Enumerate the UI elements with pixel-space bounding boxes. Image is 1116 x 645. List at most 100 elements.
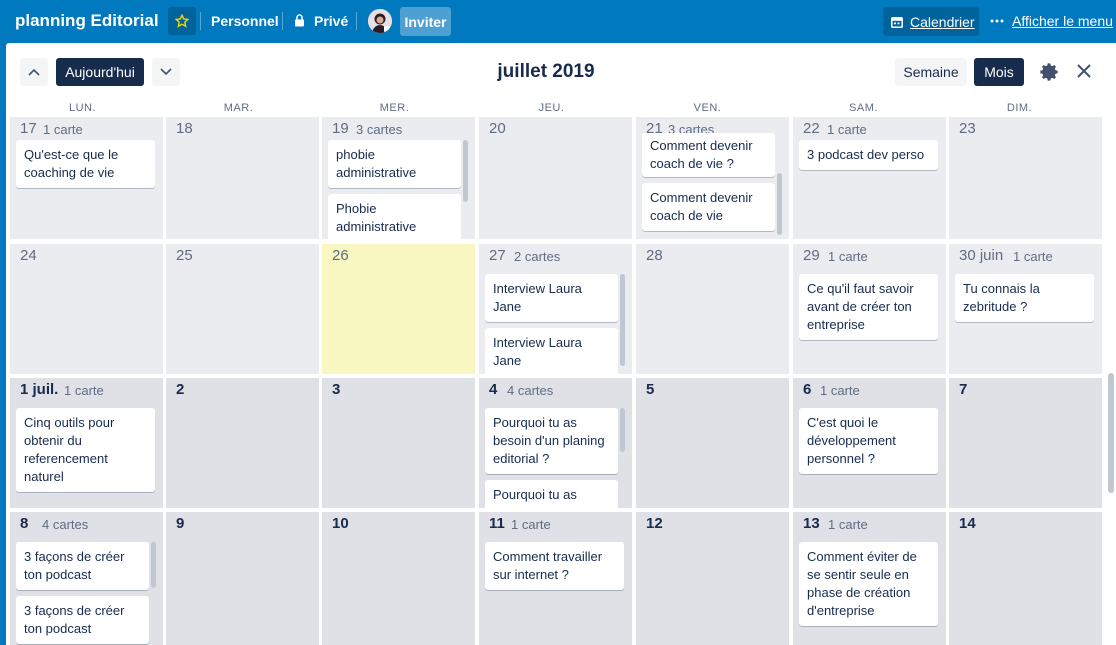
gear-icon[interactable] bbox=[1039, 62, 1059, 82]
calendar-card[interactable]: Ce qu'il faut savoir avant de créer ton … bbox=[799, 274, 938, 340]
day-number: 20 bbox=[489, 120, 506, 137]
calendar-card[interactable]: Qu'est-ce que le coaching de vie bbox=[16, 140, 155, 188]
invite-button[interactable]: Inviter bbox=[400, 7, 451, 36]
calendar-day-cell-today[interactable]: 26 bbox=[322, 244, 475, 374]
calendar-day-cell[interactable]: 2 bbox=[166, 378, 319, 508]
board-title[interactable]: planning Editorial bbox=[15, 11, 159, 31]
close-icon[interactable] bbox=[1077, 64, 1091, 78]
card-count: 1 carte bbox=[511, 517, 551, 532]
weekday-header: LUN. bbox=[68, 102, 97, 114]
day-number: 9 bbox=[176, 515, 185, 532]
card-count: 4 cartes bbox=[42, 517, 89, 532]
visibility-button[interactable]: Privé bbox=[314, 13, 348, 29]
calendar-day-cell[interactable]: 4 4 cartes Pourquoi tu as besoin d'un pl… bbox=[479, 378, 632, 508]
calendar-card[interactable]: Comment devenir coach de vie ? bbox=[642, 133, 775, 177]
calendar-card[interactable]: 3 podcast dev perso bbox=[799, 140, 938, 170]
card-count: 2 cartes bbox=[514, 249, 561, 264]
calendar-day-cell[interactable]: 29 1 carte Ce qu'il faut savoir avant de… bbox=[793, 244, 946, 374]
star-button[interactable] bbox=[168, 7, 196, 35]
calendar-card[interactable]: 3 façons de créer ton podcast bbox=[16, 596, 149, 644]
calendar-card[interactable]: Phobie administrative bbox=[328, 194, 461, 239]
day-number: 28 bbox=[646, 247, 663, 264]
calendar-day-cell[interactable]: 3 bbox=[322, 378, 475, 508]
show-menu-label: Afficher le menu bbox=[1012, 13, 1113, 29]
calendar-day-cell[interactable]: 20 bbox=[479, 117, 632, 239]
calendar-scrollbar[interactable] bbox=[1108, 373, 1114, 493]
calendar-icon bbox=[891, 16, 903, 28]
month-view-button[interactable]: Mois bbox=[974, 58, 1024, 86]
calendar-card[interactable]: Comment travailler sur internet ? bbox=[485, 542, 624, 590]
cell-scrollbar[interactable] bbox=[463, 140, 468, 202]
cell-scrollbar[interactable] bbox=[620, 274, 625, 366]
separator bbox=[282, 12, 283, 30]
calendar-day-cell[interactable]: 5 bbox=[636, 378, 789, 508]
day-number: 1 juil. bbox=[20, 381, 59, 398]
calendar-day-cell[interactable]: 6 1 carte C'est quoi le développement pe… bbox=[793, 378, 946, 508]
calendar-day-cell[interactable]: 8 4 cartes 3 façons de créer ton podcast… bbox=[10, 512, 163, 645]
calendar-day-cell[interactable]: 9 bbox=[166, 512, 319, 645]
calendar-day-cell[interactable]: 18 bbox=[166, 117, 319, 239]
calendar-day-cell[interactable]: 27 2 cartes Interview Laura Jane Intervi… bbox=[479, 244, 632, 374]
calendar-card[interactable]: Comment devenir coach de vie bbox=[642, 183, 775, 231]
cell-scrollbar[interactable] bbox=[620, 408, 625, 452]
weekday-header: VEN. bbox=[693, 102, 722, 114]
team-button[interactable]: Personnel bbox=[211, 13, 279, 29]
calendar-card[interactable]: Cinq outils pour obtenir du referencemen… bbox=[16, 408, 155, 492]
card-count: 1 carte bbox=[828, 517, 868, 532]
calendar-day-cell[interactable]: 13 1 carte Comment éviter de se sentir s… bbox=[793, 512, 946, 645]
weekday-header: MAR. bbox=[223, 102, 254, 114]
card-count: 1 carte bbox=[828, 249, 868, 264]
separator bbox=[356, 12, 357, 30]
day-number: 29 bbox=[803, 247, 820, 264]
calendar-day-cell[interactable]: 12 bbox=[636, 512, 789, 645]
avatar[interactable] bbox=[368, 9, 392, 33]
weekday-header: MER. bbox=[379, 102, 410, 114]
weekday-header: JEU. bbox=[538, 102, 565, 114]
day-number: 26 bbox=[332, 247, 349, 264]
calendar-day-cell[interactable]: 19 3 cartes phobie administrative Phobie… bbox=[322, 117, 475, 239]
calendar-day-cell[interactable]: 24 bbox=[10, 244, 163, 374]
calendar-panel: Aujourd'hui juillet 2019 Semaine Mois LU… bbox=[6, 43, 1116, 645]
calendar-day-cell[interactable]: 25 bbox=[166, 244, 319, 374]
calendar-day-cell[interactable]: 10 bbox=[322, 512, 475, 645]
calendar-card[interactable]: Pourquoi tu as besoin d'un planing edito… bbox=[485, 408, 618, 474]
calendar-card[interactable]: Pourquoi tu as bbox=[485, 480, 618, 508]
day-number: 7 bbox=[959, 381, 968, 398]
calendar-day-cell[interactable]: 11 1 carte Comment travailler sur intern… bbox=[479, 512, 632, 645]
calendar-button[interactable]: Calendrier bbox=[883, 7, 979, 36]
cell-scrollbar[interactable] bbox=[777, 173, 782, 235]
day-number: 23 bbox=[959, 120, 976, 137]
cell-scrollbar[interactable] bbox=[151, 542, 156, 588]
calendar-day-cell[interactable]: 28 bbox=[636, 244, 789, 374]
day-number: 25 bbox=[176, 247, 193, 264]
calendar-day-cell[interactable]: 7 bbox=[949, 378, 1102, 508]
calendar-day-cell[interactable]: 21 3 cartes Comment devenir coach de vie… bbox=[636, 117, 789, 239]
week-view-button[interactable]: Semaine bbox=[895, 58, 967, 86]
card-count: 1 carte bbox=[827, 122, 867, 137]
calendar-card[interactable]: Tu connais la zebritude ? bbox=[955, 274, 1094, 322]
calendar-card[interactable]: 3 façons de créer ton podcast bbox=[16, 542, 149, 590]
calendar-day-cell[interactable]: 22 1 carte 3 podcast dev perso bbox=[793, 117, 946, 239]
day-number: 13 bbox=[803, 515, 820, 532]
show-menu-button[interactable]: Afficher le menu bbox=[990, 13, 1113, 29]
calendar-day-cell[interactable]: 30 juin 1 carte Tu connais la zebritude … bbox=[949, 244, 1102, 374]
day-number: 19 bbox=[332, 120, 349, 137]
day-number: 12 bbox=[646, 515, 663, 532]
calendar-card[interactable]: C'est quoi le développement personnel ? bbox=[799, 408, 938, 474]
calendar-label: Calendrier bbox=[910, 13, 975, 30]
day-number: 18 bbox=[176, 120, 193, 137]
lock-icon bbox=[295, 14, 304, 27]
calendar-day-cell[interactable]: 17 1 carte Qu'est-ce que le coaching de … bbox=[10, 117, 163, 239]
card-count: 1 carte bbox=[820, 383, 860, 398]
calendar-card[interactable]: Interview Laura Jane bbox=[485, 328, 618, 374]
weekday-header: SAM. bbox=[849, 102, 878, 114]
day-number: 11 bbox=[489, 515, 505, 532]
calendar-card[interactable]: phobie administrative bbox=[328, 140, 461, 188]
calendar-day-cell[interactable]: 23 bbox=[949, 117, 1102, 239]
calendar-card[interactable]: Comment éviter de se sentir seule en pha… bbox=[799, 542, 938, 626]
calendar-day-cell[interactable]: 1 juil. 1 carte Cinq outils pour obtenir… bbox=[10, 378, 163, 508]
card-count: 1 carte bbox=[43, 122, 83, 137]
day-number: 2 bbox=[176, 381, 185, 398]
calendar-card[interactable]: Interview Laura Jane bbox=[485, 274, 618, 322]
calendar-day-cell[interactable]: 14 bbox=[949, 512, 1102, 645]
